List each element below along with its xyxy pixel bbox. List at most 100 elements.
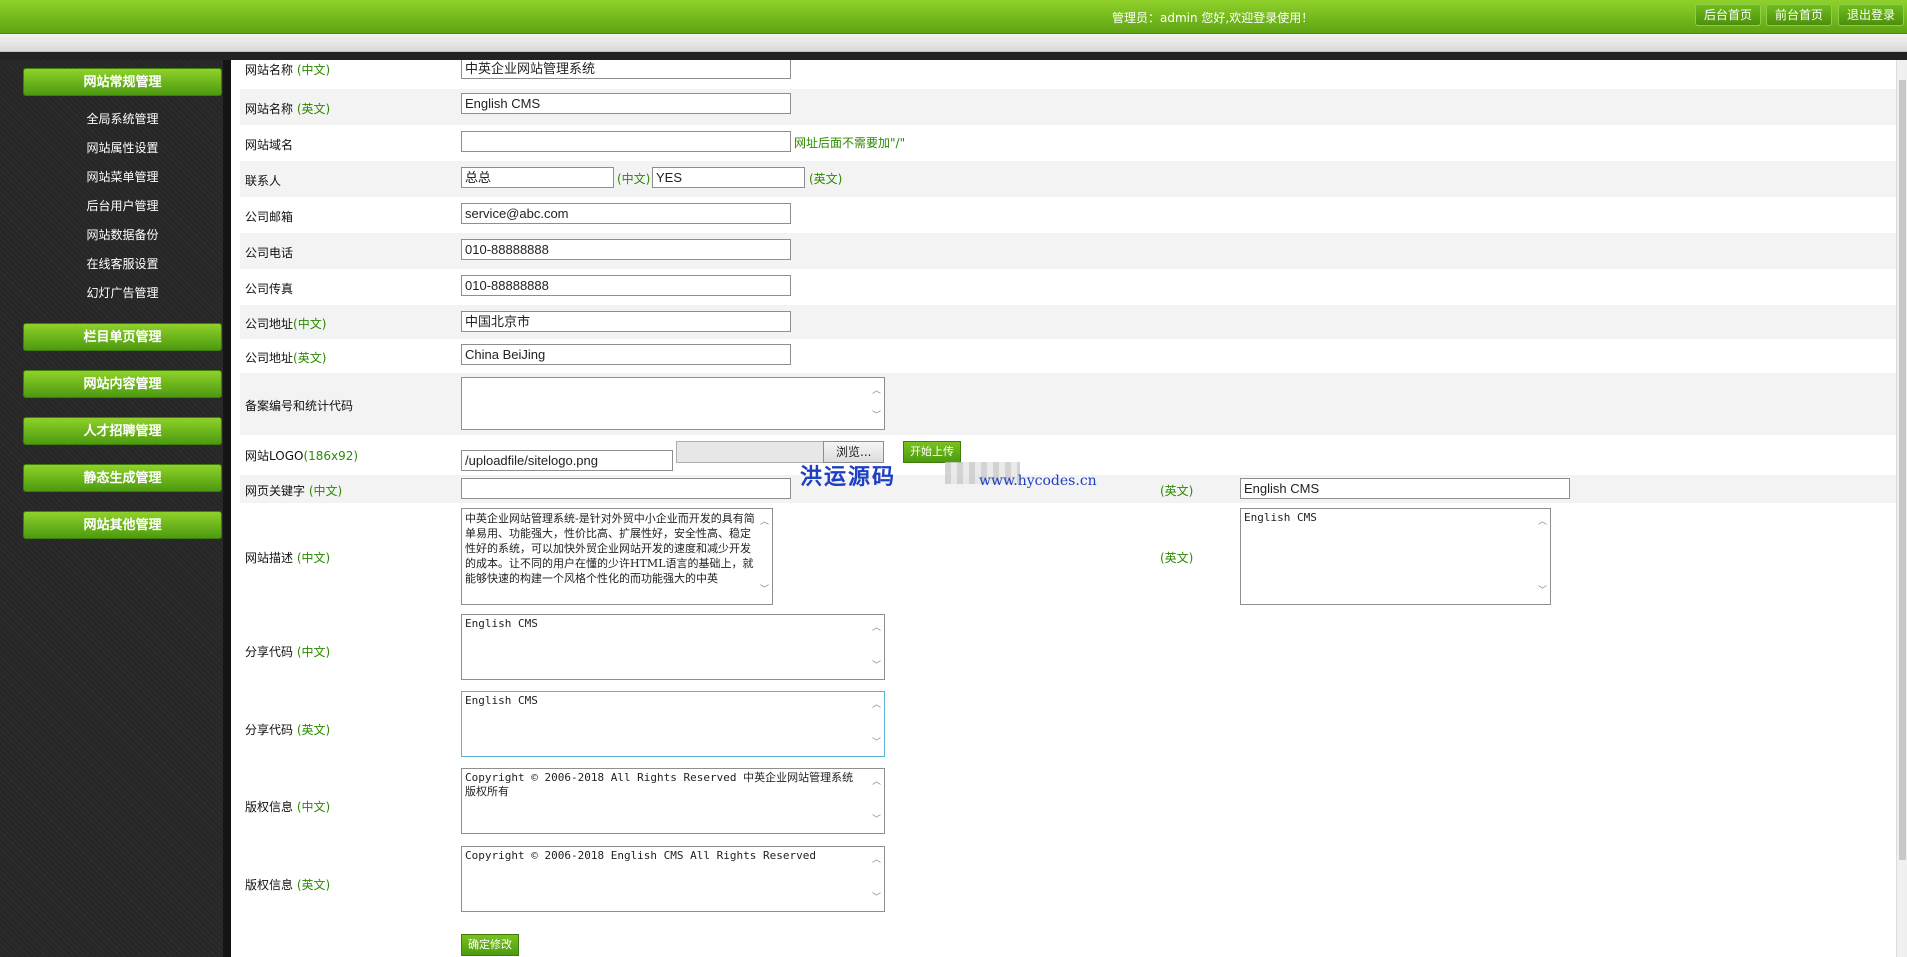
scroll-down-icon: ﹀ [1537,586,1547,596]
cn-tag: (中文) [296,551,331,565]
toolbar-strip [0,34,1907,52]
site-name-label: 网站名称 [245,102,294,116]
email-input[interactable]: service@abc.com [461,203,791,224]
sidebar: 网站常规管理 全局系统管理 网站属性设置 网站菜单管理 后台用户管理 网站数据备… [0,60,231,957]
en-tag: (英文) [1160,551,1194,565]
row-share-cn: 分享代码 (中文) English CMS ︿ ﹀ [240,608,1896,685]
row-fax: 公司传真 010-88888888 [240,269,1896,305]
menu-item-global-system[interactable]: 全局系统管理 [0,110,245,127]
menu-static-generate[interactable]: 静态生成管理 [23,464,222,492]
email-label: 公司邮箱 [245,210,294,224]
scroll-down-icon: ﹀ [871,661,881,671]
menu-site-content[interactable]: 网站内容管理 [23,370,222,398]
keywords-label: 网页关键字 [245,484,306,498]
cn-tag: (中文) [296,645,331,659]
description-label: 网站描述 [245,551,294,565]
description-en-textarea[interactable]: English CMS ︿ ﹀ [1240,508,1551,605]
scroll-up-icon: ︿ [871,623,881,633]
divider [0,52,1907,60]
fax-label: 公司传真 [245,282,294,296]
logo-path-input[interactable]: /uploadfile/sitelogo.png [461,450,673,471]
page-scrollbar[interactable] [1896,60,1907,957]
phone-input[interactable]: 010-88888888 [461,239,791,260]
row-domain: 网站域名 网址后面不需要加"/" [240,125,1896,161]
scroll-up-icon: ︿ [871,777,881,787]
upload-button[interactable]: 开始上传 [903,441,961,463]
menu-site-other[interactable]: 网站其他管理 [23,511,222,539]
en-tag: (英文) [296,723,331,737]
address-cn-input[interactable]: 中国北京市 [461,311,791,332]
row-address-en: 公司地址(英文) China BeiJing [240,339,1896,373]
scroll-up-icon: ︿ [871,700,881,710]
row-site-name-en: 网站名称 (英文) English CMS [240,89,1896,125]
site-name-en-input[interactable]: English CMS [461,93,791,114]
cn-tag: (中文) [293,317,327,331]
description-cn-textarea[interactable]: 中英企业网站管理系统-是针对外贸中小企业而开发的具有简单易用、功能强大，性价比高… [461,508,773,605]
en-tag: (英文) [296,102,331,116]
copyright-label: 版权信息 [245,800,294,814]
row-email: 公司邮箱 service@abc.com [240,197,1896,233]
top-header: 管理员：admin 您好,欢迎登录使用！ 后台首页 前台首页 退出登录 [0,0,1907,34]
menu-item-site-menu[interactable]: 网站菜单管理 [0,168,245,185]
admin-home-button[interactable]: 后台首页 [1695,4,1762,26]
row-description: 网站描述 (中文) 中英企业网站管理系统-是针对外贸中小企业而开发的具有简单易用… [240,503,1896,608]
menu-site-general[interactable]: 网站常规管理 [23,68,222,96]
en-tag: (英文) [1160,484,1194,498]
menu-item-admin-users[interactable]: 后台用户管理 [0,197,245,214]
menu-item-data-backup[interactable]: 网站数据备份 [0,226,245,243]
keywords-cn-input[interactable] [461,478,791,499]
contact-en-input[interactable]: YES [652,167,805,188]
scroll-up-icon: ︿ [871,855,881,865]
domain-note: 网址后面不需要加"/" [794,136,906,150]
scroll-down-icon: ﹀ [871,738,881,748]
watermark-text: 洪运源码 [800,464,897,490]
copyright-label: 版权信息 [245,878,294,892]
icp-textarea[interactable]: ︿ ﹀ [461,377,885,430]
domain-input[interactable] [461,131,791,152]
site-name-label: 网站名称 [245,63,294,77]
share-en-textarea[interactable]: English CMS ︿ ﹀ [461,691,885,757]
welcome-text: 管理员：admin 您好,欢迎登录使用！ [1112,11,1314,25]
scrollbar-thumb[interactable] [1899,80,1906,860]
logout-button[interactable]: 退出登录 [1838,4,1905,26]
site-name-cn-input[interactable]: 中英企业网站管理系统 [461,60,791,79]
copyright-en-textarea[interactable]: Copyright © 2006-2018 English CMS All Ri… [461,846,885,912]
contact-label: 联系人 [245,174,282,188]
menu-item-online-service[interactable]: 在线客服设置 [0,255,245,272]
share-label: 分享代码 [245,645,294,659]
submit-button[interactable]: 确定修改 [461,934,519,956]
row-site-name-cn: 网站名称 (中文) 中英企业网站管理系统 [240,60,1896,89]
scroll-down-icon: ﹀ [871,893,881,903]
share-label: 分享代码 [245,723,294,737]
contact-cn-input[interactable]: 总总 [461,167,614,188]
menu-item-slide-ads[interactable]: 幻灯广告管理 [0,284,245,301]
cn-tag: (中文) [296,800,331,814]
row-share-en: 分享代码 (英文) English CMS ︿ ﹀ [240,685,1896,762]
menu-column-pages[interactable]: 栏目单页管理 [23,323,222,351]
row-copyright-cn: 版权信息 (中文) Copyright © 2006-2018 All Righ… [240,762,1896,840]
address-en-input[interactable]: China BeiJing [461,344,791,365]
row-logo: 网站LOGO(186x92) /uploadfile/sitelogo.png … [240,435,1896,475]
scroll-up-icon: ︿ [871,386,881,396]
menu-recruitment[interactable]: 人才招聘管理 [23,417,222,445]
domain-label: 网站域名 [245,138,294,152]
site-home-button[interactable]: 前台首页 [1766,4,1833,26]
address-label: 公司地址 [245,351,294,365]
cn-tag: (中文) [296,63,331,77]
row-phone: 公司电话 010-88888888 [240,233,1896,269]
scroll-down-icon: ﹀ [759,585,769,595]
fax-input[interactable]: 010-88888888 [461,275,791,296]
logo-label: 网站LOGO [245,449,304,463]
en-tag: (英文) [809,172,843,186]
en-tag: (英文) [293,351,327,365]
row-contact: 联系人 总总 (中文) YES (英文) [240,161,1896,197]
scroll-up-icon: ︿ [1537,517,1547,527]
keywords-en-input[interactable]: English CMS [1240,478,1570,499]
cn-tag: (中文) [308,484,343,498]
copyright-cn-textarea[interactable]: Copyright © 2006-2018 All Rights Reserve… [461,768,885,834]
share-cn-textarea[interactable]: English CMS ︿ ﹀ [461,614,885,680]
phone-label: 公司电话 [245,246,294,260]
menu-item-site-properties[interactable]: 网站属性设置 [0,139,245,156]
watermark-url: www.hycodes.cn [979,473,1097,489]
settings-form: 网站名称 (中文) 中英企业网站管理系统 网站名称 (英文) English C… [240,60,1896,957]
